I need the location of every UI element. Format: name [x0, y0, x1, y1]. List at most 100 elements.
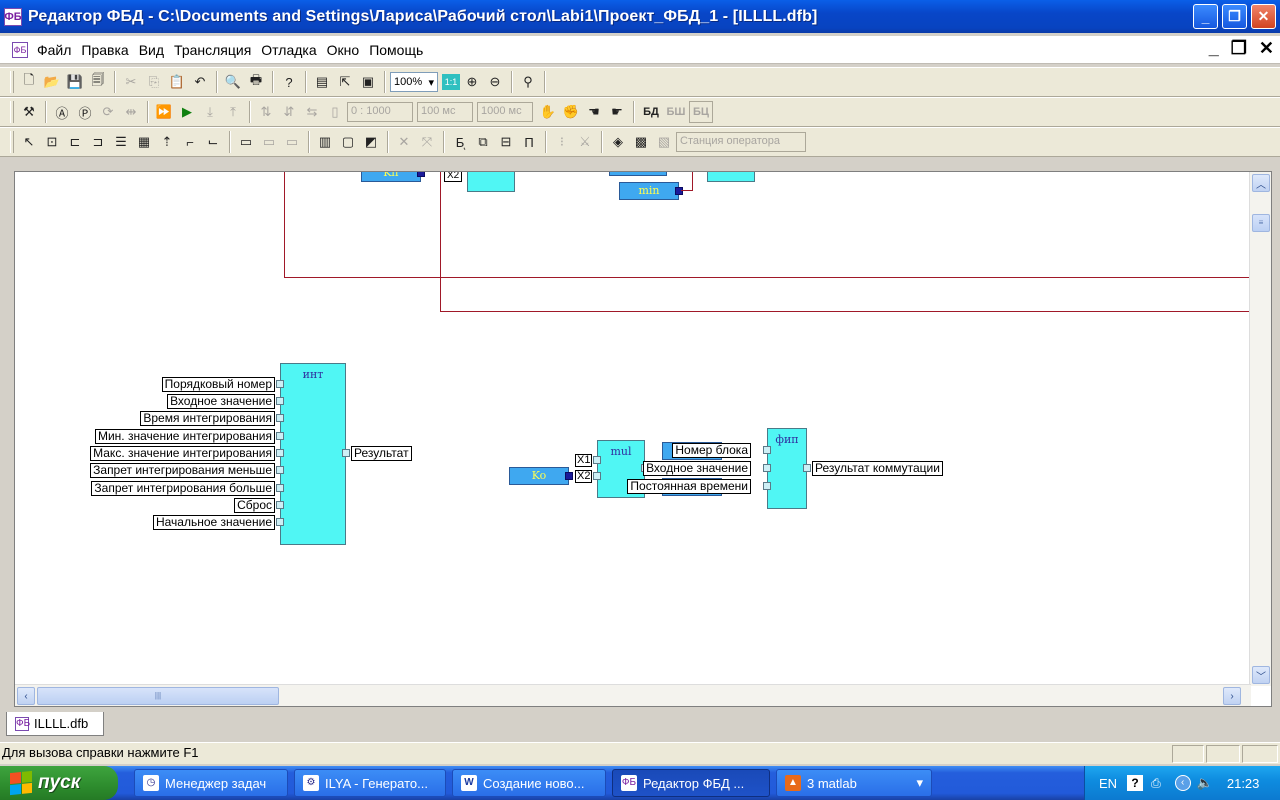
- wire[interactable]: [692, 172, 693, 191]
- menu-translation[interactable]: Трансляция: [169, 39, 256, 61]
- undo-icon[interactable]: ↶: [189, 71, 211, 93]
- bc-button[interactable]: БЦ: [689, 101, 713, 123]
- app-icon[interactable]: ФБ: [4, 7, 22, 26]
- zoom-actual-size-icon[interactable]: 1:1: [442, 74, 460, 90]
- save-icon[interactable]: 💾: [64, 71, 86, 93]
- zoom-out-icon[interactable]: ⊖: [484, 71, 506, 93]
- block-icon[interactable]: ⊡: [41, 131, 63, 153]
- run-fast-icon[interactable]: ⏩: [153, 101, 175, 123]
- bd-button[interactable]: БД: [639, 101, 663, 123]
- hand-stop-icon[interactable]: ✊: [560, 101, 582, 123]
- vertical-scroll-thumb[interactable]: ≡: [1252, 214, 1270, 232]
- scroll-right-button[interactable]: ›: [1223, 687, 1241, 705]
- language-indicator[interactable]: EN: [1099, 776, 1117, 791]
- group-icon[interactable]: ▥: [314, 131, 336, 153]
- print-preview-icon[interactable]: 🔍: [222, 71, 244, 93]
- top-partial-block-2[interactable]: [707, 172, 755, 182]
- input-port[interactable]: [276, 432, 284, 440]
- top-partial-block[interactable]: [467, 172, 515, 192]
- wire-icon[interactable]: ⌐: [179, 131, 201, 153]
- fip-block[interactable]: фип: [767, 428, 807, 509]
- output-block-icon[interactable]: ⊐: [87, 131, 109, 153]
- bsh-button[interactable]: БШ: [664, 101, 688, 123]
- layers-icon[interactable]: ◈: [607, 131, 629, 153]
- pointer-icon[interactable]: ↖: [18, 131, 40, 153]
- clock[interactable]: 21:23: [1227, 776, 1260, 791]
- scroll-left-button[interactable]: ‹: [17, 687, 35, 705]
- wire[interactable]: [284, 277, 1251, 278]
- task-matlab-group[interactable]: ▲ 3 matlab ▾: [776, 769, 932, 797]
- hand-cross-icon[interactable]: ☚: [583, 101, 605, 123]
- tools-cross-icon[interactable]: ⚔: [574, 131, 596, 153]
- menu-file[interactable]: Файл: [32, 39, 76, 61]
- diagram-canvas[interactable]: Kп X2 min инт Порядковый номер Входное з…: [15, 172, 1251, 686]
- output-port[interactable]: [342, 449, 350, 457]
- time-range-field[interactable]: 0 : 1000: [347, 102, 413, 122]
- hand-all-icon[interactable]: ☛: [606, 101, 628, 123]
- maximize-button[interactable]: ❐: [1222, 4, 1247, 29]
- input-port[interactable]: [763, 482, 771, 490]
- new-file-icon[interactable]: 🗋: [18, 71, 40, 93]
- station-field[interactable]: Станция оператора: [676, 132, 806, 152]
- auto-mode-icon[interactable]: Ⓐ: [51, 101, 73, 123]
- input-port[interactable]: [276, 449, 284, 457]
- network-icon[interactable]: ⎙: [1151, 776, 1161, 791]
- wire[interactable]: [440, 172, 441, 312]
- hand-icon[interactable]: ✋: [537, 101, 559, 123]
- zoom-in-icon[interactable]: ⊕: [461, 71, 483, 93]
- trace-2-icon[interactable]: ⇵: [278, 101, 300, 123]
- start-button[interactable]: пуск: [0, 766, 118, 800]
- frame-3-icon[interactable]: ▭: [281, 131, 303, 153]
- dots-icon[interactable]: ⁝: [551, 131, 573, 153]
- document-icon[interactable]: ФБ: [12, 41, 28, 58]
- cut-icon[interactable]: ✂: [120, 71, 142, 93]
- wire[interactable]: [681, 190, 692, 191]
- input-port[interactable]: [276, 484, 284, 492]
- connect-icon[interactable]: ⧉: [472, 131, 494, 153]
- delete-wire-icon[interactable]: ⤧: [416, 131, 438, 153]
- input-port[interactable]: [276, 380, 284, 388]
- task-word-document[interactable]: W Создание ново...: [452, 769, 606, 797]
- print-icon[interactable]: 🖶: [245, 71, 267, 93]
- task-fbd-editor[interactable]: ФБ Редактор ФБД ...: [612, 769, 770, 797]
- scroll-down-button[interactable]: ﹀: [1252, 666, 1270, 684]
- trace-4-icon[interactable]: ▯: [324, 101, 346, 123]
- wire[interactable]: [440, 311, 1251, 312]
- pi-button[interactable]: П: [518, 131, 540, 153]
- properties-icon[interactable]: ⇱: [334, 71, 356, 93]
- trace-3-icon[interactable]: ⇆: [301, 101, 323, 123]
- input-port[interactable]: [763, 464, 771, 472]
- frame-2-icon[interactable]: ▭: [258, 131, 280, 153]
- period-field[interactable]: 1000 мс: [477, 102, 533, 122]
- tools-icon[interactable]: ⚒: [18, 101, 40, 123]
- wire-step-icon[interactable]: ⌙: [202, 131, 224, 153]
- input-port[interactable]: [763, 446, 771, 454]
- image-icon[interactable]: ◩: [360, 131, 382, 153]
- open-folder-icon[interactable]: 📂: [41, 71, 63, 93]
- delete-icon[interactable]: ✕: [393, 131, 415, 153]
- show-hidden-icons-button[interactable]: ‹: [1174, 775, 1191, 791]
- top-source-partial[interactable]: [609, 172, 667, 176]
- find-binoculars-icon[interactable]: ⚲: [517, 71, 539, 93]
- min-source-block[interactable]: min: [619, 182, 683, 200]
- mdi-close-button[interactable]: ✕: [1259, 38, 1274, 59]
- input-port[interactable]: [276, 414, 284, 422]
- grid-icon[interactable]: ▩: [630, 131, 652, 153]
- window-icon[interactable]: ▣: [357, 71, 379, 93]
- menu-help[interactable]: Помощь: [364, 39, 428, 61]
- step-out-icon[interactable]: ⤒: [222, 101, 244, 123]
- step-into-icon[interactable]: ⤓: [199, 101, 221, 123]
- input-port[interactable]: [593, 472, 601, 480]
- input-port[interactable]: [276, 466, 284, 474]
- refresh-icon[interactable]: ⟳: [97, 101, 119, 123]
- step-time-field[interactable]: 100 мс: [417, 102, 473, 122]
- copy-icon[interactable]: ⎘: [143, 71, 165, 93]
- vertical-scrollbar[interactable]: ︿ ≡ ﹀: [1249, 172, 1271, 686]
- save-all-icon[interactable]: 🗐: [87, 71, 109, 93]
- mdi-minimize-button[interactable]: _: [1209, 38, 1219, 59]
- kp-source-block[interactable]: Kп: [361, 172, 425, 182]
- speaker-icon[interactable]: 🔈: [1197, 775, 1213, 791]
- help-icon[interactable]: ?: [278, 71, 300, 93]
- station-icon[interactable]: ▧: [653, 131, 675, 153]
- frame-icon[interactable]: ▭: [235, 131, 257, 153]
